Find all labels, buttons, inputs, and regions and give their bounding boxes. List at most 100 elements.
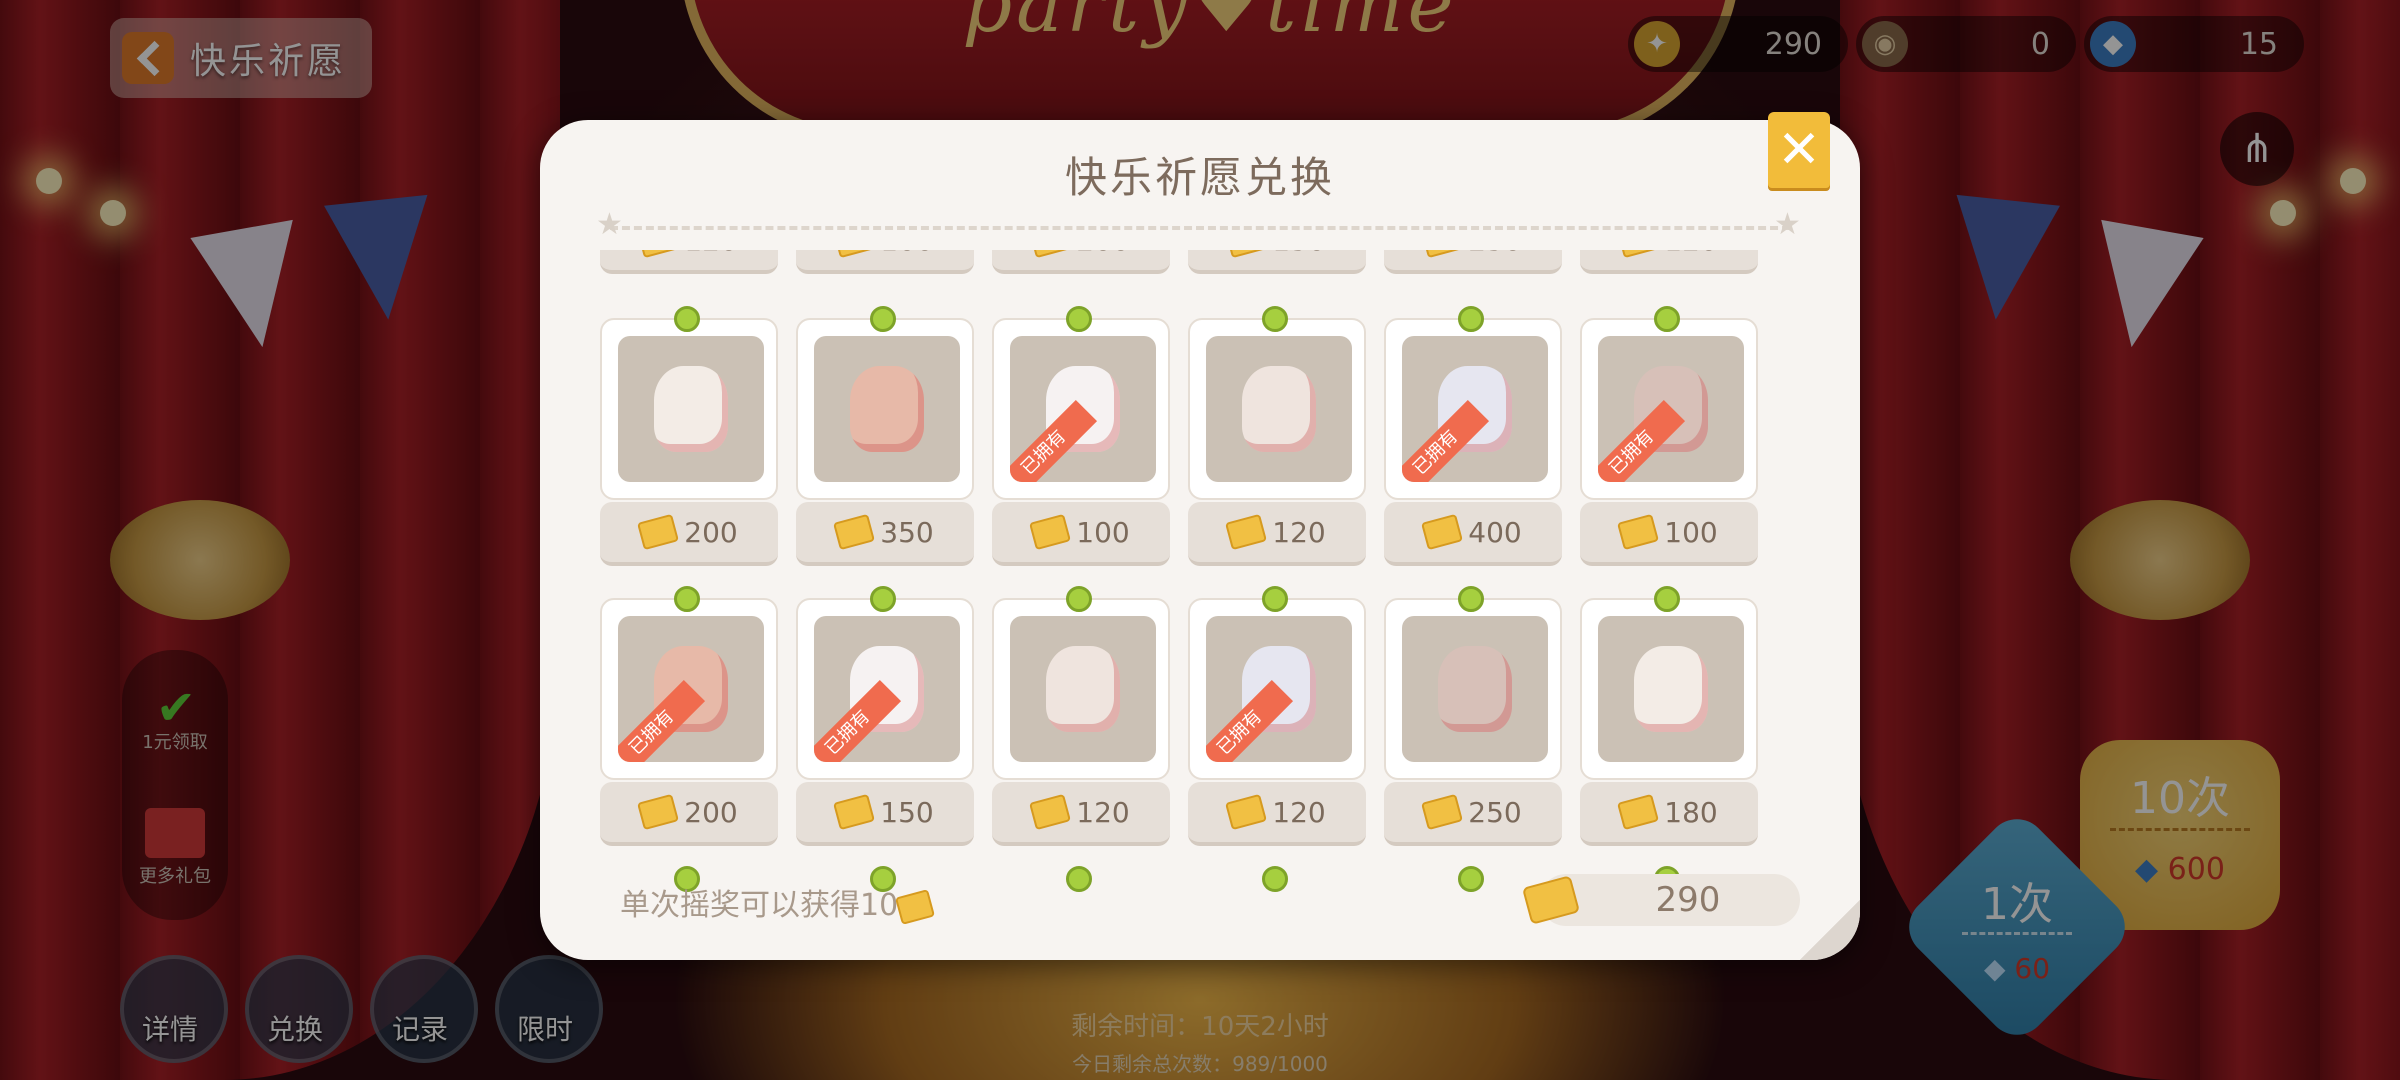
item-image: 已拥有 (618, 616, 764, 762)
pin-icon (1458, 586, 1484, 612)
ticket-icon (637, 250, 680, 259)
item-card[interactable]: 100 (796, 250, 974, 278)
price-tag: 150 (1188, 250, 1366, 274)
item-frame (600, 318, 778, 500)
ticket-icon (1421, 513, 1464, 551)
item-frame (796, 318, 974, 500)
item-card[interactable]: 已拥有 200 (600, 586, 778, 850)
pin-icon (674, 586, 700, 612)
price-value: 100 (1076, 515, 1130, 549)
price-tag: 400 (1384, 502, 1562, 566)
footer-note: 单次摇奖可以获得10 (620, 880, 936, 925)
item-image: 已拥有 (1206, 616, 1352, 762)
item-image (1010, 616, 1156, 762)
item-card[interactable]: 180 (1580, 586, 1758, 850)
price-value: 400 (1468, 515, 1522, 549)
price-value: 150 (880, 795, 934, 829)
ticket-icon (637, 793, 680, 831)
star-icon: ★ (596, 207, 623, 242)
price-value: 200 (1076, 250, 1129, 257)
item-card[interactable]: 已拥有 100 (992, 306, 1170, 570)
price-value: 150 (1272, 250, 1325, 257)
price-tag: 350 (796, 502, 974, 566)
item-card[interactable]: 120 (600, 250, 778, 278)
item-card[interactable]: 已拥有 100 (1580, 306, 1758, 570)
ruffle-collar-icon (1242, 366, 1316, 452)
pin-icon (1262, 866, 1288, 892)
price-tag: 100 (992, 502, 1170, 566)
item-frame: 已拥有 (600, 598, 778, 780)
price-tag: 120 (600, 250, 778, 274)
braided-hair-icon (850, 366, 924, 452)
ticket-icon (1617, 793, 1660, 831)
item-frame (1580, 598, 1758, 780)
price-value: 250 (1468, 795, 1522, 829)
price-tag: 100 (1580, 502, 1758, 566)
price-tag: 200 (600, 782, 778, 846)
item-card[interactable]: 200 (600, 306, 778, 570)
price-value: 350 (880, 515, 934, 549)
ticket-icon (1029, 793, 1072, 831)
pin-icon (1458, 306, 1484, 332)
price-tag: 120 (1188, 502, 1366, 566)
item-image: 已拥有 (1402, 336, 1548, 482)
item-frame (1188, 318, 1366, 500)
ticket-icon (1225, 793, 1268, 831)
price-value: 250 (1468, 250, 1521, 257)
price-value: 120 (1272, 795, 1326, 829)
plush-crown-icon (654, 366, 728, 452)
ticket-icon (833, 513, 876, 551)
footer-note-text: 单次摇奖可以获得10 (620, 888, 899, 923)
ticket-icon (833, 250, 876, 259)
price-tag: 150 (796, 782, 974, 846)
price-value: 200 (684, 515, 738, 549)
item-card[interactable]: 250 (1384, 586, 1562, 850)
pin-icon (1066, 586, 1092, 612)
item-card[interactable]: 120 (1188, 306, 1366, 570)
item-grid[interactable]: 120 100 200 150 250 120 200 350 已拥有 100 120 已拥有 400… (600, 250, 1800, 960)
item-card[interactable]: 已拥有 400 (1384, 306, 1562, 570)
pin-icon (1458, 866, 1484, 892)
page-fold (1800, 900, 1860, 960)
item-card[interactable]: 已拥有 150 (796, 586, 974, 850)
pin-icon (870, 306, 896, 332)
item-card[interactable]: 120 (1580, 250, 1758, 278)
ticket-icon (1421, 250, 1464, 259)
pin-icon (1262, 586, 1288, 612)
price-value: 120 (1664, 250, 1717, 257)
item-image (618, 336, 764, 482)
blush-face-icon (1046, 646, 1120, 732)
price-tag: 120 (1188, 782, 1366, 846)
item-card[interactable]: 250 (1384, 250, 1562, 278)
ticket-icon (1617, 513, 1660, 551)
item-card[interactable]: 200 (992, 250, 1170, 278)
item-frame: 已拥有 (1580, 318, 1758, 500)
pin-icon (1066, 306, 1092, 332)
pin-icon (1262, 306, 1288, 332)
pin-icon (870, 586, 896, 612)
item-card[interactable]: 120 (992, 586, 1170, 850)
price-tag: 100 (796, 250, 974, 274)
item-frame (992, 598, 1170, 780)
title-divider (610, 226, 1790, 230)
price-tag: 250 (1384, 250, 1562, 274)
item-frame: 已拥有 (796, 598, 974, 780)
item-image: 已拥有 (1010, 336, 1156, 482)
star-icon: ★ (1774, 207, 1801, 242)
price-tag: 120 (992, 782, 1170, 846)
close-button[interactable]: ✕ (1768, 112, 1830, 188)
plush-bear-outfit-icon (1438, 646, 1512, 732)
item-card[interactable]: 150 (1188, 250, 1366, 278)
item-card[interactable]: 350 (796, 306, 974, 570)
item-frame: 已拥有 (1188, 598, 1366, 780)
item-image (1402, 616, 1548, 762)
ticket-icon (1225, 513, 1268, 551)
item-frame: 已拥有 (1384, 318, 1562, 500)
modal-title: 快乐祈愿兑换 (1064, 153, 1335, 202)
ticket-icon (1421, 793, 1464, 831)
ticket-icon (833, 793, 876, 831)
price-value: 200 (684, 795, 738, 829)
item-image: 已拥有 (814, 616, 960, 762)
ticket-icon (1617, 250, 1660, 259)
item-card[interactable]: 已拥有 120 (1188, 586, 1366, 850)
